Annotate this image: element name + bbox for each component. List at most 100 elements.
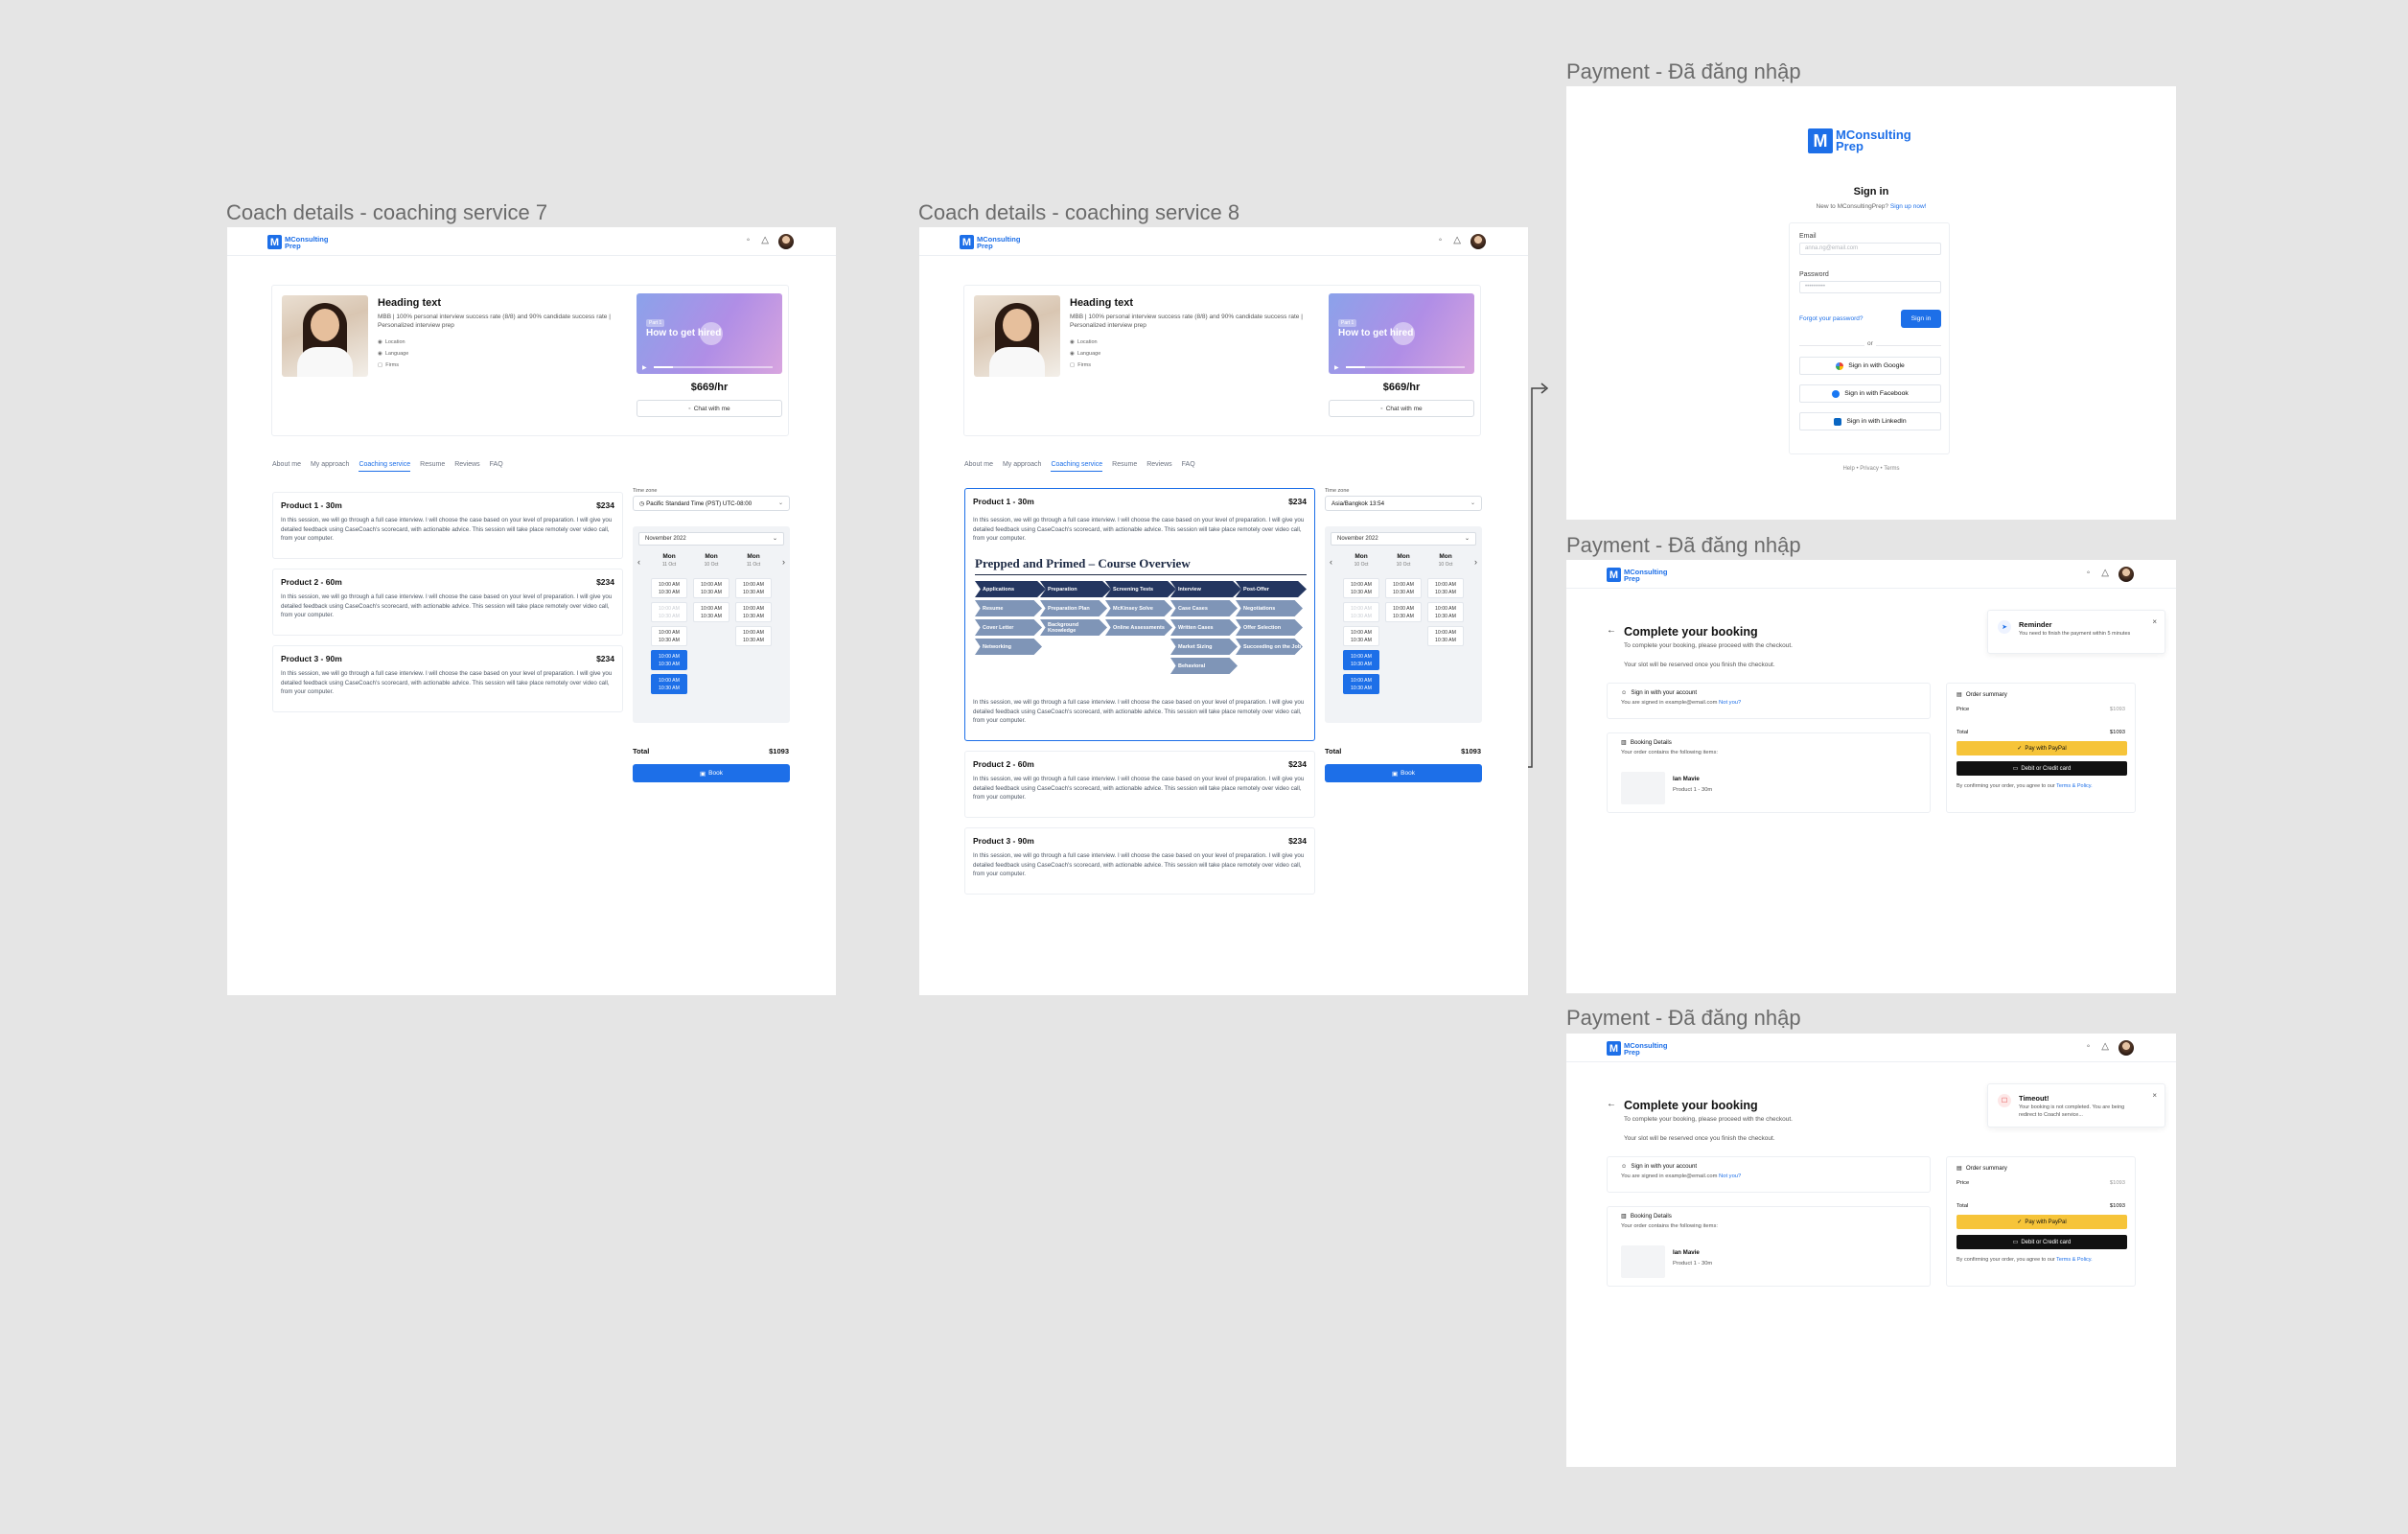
terms-link[interactable]: Terms — [1884, 466, 1899, 472]
close-icon[interactable]: × — [2152, 617, 2157, 626]
play-small-icon[interactable]: ▶ — [1334, 364, 1339, 371]
back-arrow-icon[interactable]: ← — [1607, 1099, 1616, 1109]
chat-icon[interactable]: ◦ — [2087, 568, 2091, 578]
time-slot[interactable]: 10:00 AM 10:30 AM — [693, 602, 729, 622]
bell-icon[interactable]: △ — [761, 235, 769, 245]
chevron-left-icon[interactable]: ‹ — [637, 557, 640, 567]
time-slot[interactable]: 10:00 AM 10:30 AM — [735, 578, 772, 598]
chat-icon[interactable]: ◦ — [747, 235, 751, 245]
bell-icon[interactable]: △ — [1453, 235, 1461, 245]
intro-video[interactable]: Part 1 How to get hired ▶ — [1329, 293, 1474, 374]
month-select[interactable]: November 2022 ⌄ — [638, 532, 784, 546]
day-column: Mon 10 Oct — [1385, 553, 1422, 568]
play-small-icon[interactable]: ▶ — [642, 364, 647, 371]
debit-credit-card-button[interactable]: ▭ Debit or Credit card — [1956, 1235, 2127, 1249]
tab-reviews[interactable]: Reviews — [1146, 461, 1171, 472]
product-card-3[interactable]: Product 3 - 90m $234 In this session, we… — [272, 645, 623, 712]
back-arrow-icon[interactable]: ← — [1607, 625, 1616, 636]
tab-reviews[interactable]: Reviews — [454, 461, 479, 472]
avatar[interactable] — [778, 234, 794, 249]
chevron-left-icon[interactable]: ‹ — [1330, 557, 1332, 567]
product-card-3[interactable]: Product 3 - 90m $234 In this session, we… — [964, 827, 1315, 895]
chevron-right-icon[interactable]: › — [1474, 557, 1477, 567]
terms-link[interactable]: Terms & Policy. — [2056, 1257, 2093, 1263]
chevron-right-icon[interactable]: › — [782, 557, 785, 567]
signin-button[interactable]: Sign in — [1901, 310, 1941, 328]
signup-link[interactable]: Sign up now! — [1890, 203, 1927, 210]
video-progress[interactable] — [1346, 366, 1465, 368]
chat-with-me-button[interactable]: ◦ Chat with me — [1329, 400, 1474, 417]
not-you-link[interactable]: Not you? — [1719, 700, 1741, 706]
tab-coaching-service[interactable]: Coaching service — [359, 461, 411, 472]
product-card-1-expanded[interactable]: Product 1 - 30m $234 In this session, we… — [964, 488, 1315, 741]
time-slot-selected[interactable]: 10:00 AM 10:30 AM — [651, 674, 687, 694]
chat-icon[interactable]: ◦ — [2087, 1041, 2091, 1052]
chat-icon[interactable]: ◦ — [1439, 235, 1443, 245]
time-slot[interactable]: 10:00 AM 10:30 AM — [693, 578, 729, 598]
tab-faq[interactable]: FAQ — [1182, 461, 1195, 472]
time-slot[interactable]: 10:00 AM 10:30 AM — [651, 626, 687, 646]
product-card-1[interactable]: Product 1 - 30m $234 In this session, we… — [272, 492, 623, 559]
tab-faq[interactable]: FAQ — [490, 461, 503, 472]
product-card-2[interactable]: Product 2 - 60m $234 In this session, we… — [272, 569, 623, 636]
pay-with-paypal-button[interactable]: ✓ Pay with PayPal — [1956, 1215, 2127, 1229]
brand-logo[interactable]: M MConsulting Prep — [1808, 128, 1922, 153]
avatar[interactable] — [2119, 1040, 2134, 1056]
play-icon[interactable] — [1392, 322, 1415, 345]
time-slot[interactable]: 10:00 AM 10:30 AM — [1427, 626, 1464, 646]
chat-with-me-button[interactable]: ◦ Chat with me — [637, 400, 782, 417]
timezone-select[interactable]: ◷ Pacific Standard Time (PST) UTC-08:00 ⌄ — [633, 496, 790, 511]
top-header: M MConsulting Prep ◦ △ — [919, 227, 1528, 256]
time-slot-disabled: 10:00 AM 10:30 AM — [651, 602, 687, 622]
avatar[interactable] — [2119, 567, 2134, 582]
time-slot[interactable]: 10:00 AM 10:30 AM — [1385, 578, 1422, 598]
bell-icon[interactable]: △ — [2101, 568, 2109, 578]
brand-logo[interactable]: M MConsulting Prep — [1607, 568, 1668, 582]
video-progress[interactable] — [654, 366, 773, 368]
brand-logo[interactable]: M MConsulting Prep — [960, 235, 1021, 249]
tab-my-approach[interactable]: My approach — [1003, 461, 1041, 472]
close-icon[interactable]: × — [2152, 1091, 2157, 1100]
bell-icon[interactable]: △ — [2101, 1041, 2109, 1052]
payment-timeout-frame: M MConsulting Prep ◦ △ ☐ Timeout! Your b… — [1566, 1034, 2176, 1467]
signin-facebook-button[interactable]: Sign in with Facebook — [1799, 384, 1941, 403]
intro-video[interactable]: Part 1 How to get hired ▶ — [637, 293, 782, 374]
tab-coaching-service[interactable]: Coaching service — [1051, 461, 1103, 472]
tab-resume[interactable]: Resume — [1112, 461, 1137, 472]
time-slot[interactable]: 10:00 AM 10:30 AM — [735, 626, 772, 646]
privacy-link[interactable]: Privacy — [1860, 466, 1879, 472]
month-select[interactable]: November 2022 ⌄ — [1331, 532, 1476, 546]
brand-logo[interactable]: M MConsulting Prep — [1607, 1041, 1668, 1056]
help-link[interactable]: Help — [1842, 466, 1854, 472]
play-icon[interactable] — [700, 322, 723, 345]
time-slot[interactable]: 10:00 AM 10:30 AM — [1343, 578, 1379, 598]
avatar[interactable] — [1470, 234, 1486, 249]
forgot-password-link[interactable]: Forgot your password? — [1799, 315, 1863, 322]
tab-about-me[interactable]: About me — [272, 461, 301, 472]
tab-my-approach[interactable]: My approach — [311, 461, 349, 472]
signin-google-button[interactable]: Sign in with Google — [1799, 357, 1941, 375]
product-card-2[interactable]: Product 2 - 60m $234 In this session, we… — [964, 751, 1315, 818]
book-button[interactable]: ▣ Book — [633, 764, 790, 782]
time-slot[interactable]: 10:00 AM 10:30 AM — [1385, 602, 1422, 622]
password-field[interactable]: •••••••••• — [1799, 281, 1941, 293]
not-you-link[interactable]: Not you? — [1719, 1174, 1741, 1179]
time-slot-selected[interactable]: 10:00 AM 10:30 AM — [1343, 650, 1379, 670]
pay-with-paypal-button[interactable]: ✓ Pay with PayPal — [1956, 741, 2127, 755]
terms-link[interactable]: Terms & Policy. — [2056, 783, 2093, 789]
tab-about-me[interactable]: About me — [964, 461, 993, 472]
time-slot[interactable]: 10:00 AM 10:30 AM — [1343, 626, 1379, 646]
time-slot[interactable]: 10:00 AM 10:30 AM — [735, 602, 772, 622]
timezone-select[interactable]: Asia/Bangkok 13:54 ⌄ — [1325, 496, 1482, 511]
time-slot-selected[interactable]: 10:00 AM 10:30 AM — [1343, 674, 1379, 694]
brand-logo[interactable]: M MConsulting Prep — [267, 235, 329, 249]
tab-resume[interactable]: Resume — [420, 461, 445, 472]
email-field[interactable]: anna.ng@email.com — [1799, 243, 1941, 255]
debit-credit-card-button[interactable]: ▭ Debit or Credit card — [1956, 761, 2127, 776]
signin-linkedin-button[interactable]: Sign in with LinkedIn — [1799, 412, 1941, 430]
time-slot[interactable]: 10:00 AM 10:30 AM — [651, 578, 687, 598]
time-slot-selected[interactable]: 10:00 AM 10:30 AM — [651, 650, 687, 670]
time-slot[interactable]: 10:00 AM 10:30 AM — [1427, 602, 1464, 622]
time-slot[interactable]: 10:00 AM 10:30 AM — [1427, 578, 1464, 598]
book-button[interactable]: ▣ Book — [1325, 764, 1482, 782]
